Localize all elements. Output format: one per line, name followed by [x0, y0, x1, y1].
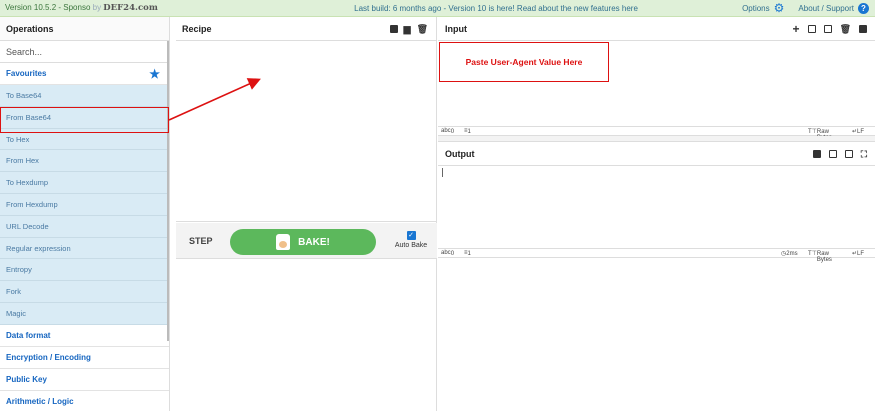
text-caret	[442, 168, 443, 177]
category-public-key[interactable]: Public Key	[0, 368, 169, 391]
step-button[interactable]: STEP	[189, 236, 213, 246]
build-notice[interactable]: Last build: 6 months ago - Version 10 is…	[250, 4, 742, 13]
output-textarea[interactable]	[438, 166, 875, 249]
star-icon[interactable]: ★	[149, 63, 160, 85]
paste-hint-text: Paste User-Agent Value Here	[465, 57, 583, 67]
recipe-panel: Recipe ▆ 🗑 STEP BAKE! ✓ Auto Bake	[176, 17, 437, 411]
op-fork[interactable]: Fork	[0, 281, 169, 303]
operations-scrollbar[interactable]	[167, 41, 169, 341]
op-to-hexdump[interactable]: To Hexdump	[0, 172, 169, 194]
recipe-drop-area[interactable]	[176, 41, 436, 222]
input-title: Input	[445, 24, 467, 34]
trash-icon[interactable]: 🗑	[417, 17, 428, 41]
top-banner: Version 10.5.2 - Sponso by DEF24.com Las…	[0, 0, 875, 17]
output-lines: ≡ 1	[464, 250, 471, 257]
input-eol[interactable]: ↵ LF	[852, 128, 864, 135]
about-link[interactable]: About / Support	[798, 4, 854, 13]
bake-row: STEP BAKE! ✓ Auto Bake	[176, 223, 437, 259]
bake-button[interactable]: BAKE!	[230, 229, 376, 255]
operations-title: Operations	[0, 17, 169, 41]
op-to-base64[interactable]: To Base64	[0, 85, 169, 107]
op-entropy[interactable]: Entropy	[0, 259, 169, 282]
output-eol[interactable]: ↵ LF	[852, 250, 864, 257]
brand-label: DEF24.com	[103, 3, 158, 13]
output-time: ◷ 2ms	[781, 251, 798, 257]
output-toolbar: ⛶	[812, 142, 867, 166]
output-status-bar: abc 0 ≡ 1 ◷ 2ms T⊤ Raw Bytes ↵ LF	[438, 249, 875, 263]
help-icon[interactable]: ?	[858, 2, 869, 14]
auto-bake-label: Auto Bake	[394, 242, 428, 249]
search-input[interactable]: Search...	[0, 41, 169, 63]
output-header: Output ⛶	[438, 142, 875, 166]
op-magic[interactable]: Magic	[0, 302, 169, 325]
gear-icon[interactable]: ⚙	[774, 2, 785, 14]
input-header: Input + 🗑	[438, 17, 875, 41]
operations-panel: Operations Search... Favourites ★ To Bas…	[0, 17, 170, 411]
recipe-toolbar: ▆ 🗑	[389, 17, 428, 41]
copy-icon[interactable]	[828, 150, 837, 158]
checkbox-checked-icon[interactable]: ✓	[406, 231, 416, 240]
output-title: Output	[445, 149, 475, 159]
auto-bake-toggle[interactable]: ✓ Auto Bake	[391, 231, 431, 249]
plus-icon[interactable]: +	[793, 17, 800, 41]
banner-actions: Options ⚙ About / Support ?	[742, 2, 875, 14]
save-icon[interactable]	[812, 150, 821, 158]
output-raw-bytes[interactable]: T⊤ Raw Bytes	[808, 250, 832, 263]
input-raw-bytes[interactable]: T⊤ Raw Bytes	[808, 128, 832, 141]
input-status-bar: abc 0 ≡ 1 T⊤ Raw Bytes ↵ LF	[438, 127, 875, 141]
bake-label: BAKE!	[298, 236, 330, 248]
replace-input-icon[interactable]	[844, 150, 853, 158]
op-regular-expression[interactable]: Regular expression	[0, 237, 169, 260]
folder-icon[interactable]: ▆	[404, 17, 411, 41]
recipe-title: Recipe	[182, 24, 212, 34]
category-arithmetic-logic[interactable]: Arithmetic / Logic	[0, 390, 169, 411]
maximize-icon[interactable]: ⛶	[861, 142, 867, 166]
layout-icon[interactable]	[859, 25, 867, 33]
open-file-icon[interactable]	[823, 25, 832, 33]
recipe-header: Recipe ▆ 🗑	[176, 17, 436, 41]
category-encryption-encoding[interactable]: Encryption / Encoding	[0, 346, 169, 369]
version-text: Version 10.5.2 - Sponso by DEF24.com	[5, 3, 158, 13]
output-length: abc 0	[441, 250, 455, 257]
favourites-label: Favourites	[6, 69, 47, 78]
highlight-box	[0, 107, 169, 133]
category-data-format[interactable]: Data format	[0, 324, 169, 347]
op-from-hex[interactable]: From Hex	[0, 150, 169, 173]
input-length: abc 0	[441, 128, 455, 135]
op-from-hexdump[interactable]: From Hexdump	[0, 193, 169, 216]
save-icon[interactable]	[389, 25, 398, 33]
options-link[interactable]: Options	[742, 4, 770, 13]
chef-icon	[276, 234, 291, 250]
paste-hint-box: Paste User-Agent Value Here	[439, 42, 609, 82]
cyberchef-window: Version 10.5.2 - Sponso by DEF24.com Las…	[0, 0, 875, 411]
folder-open-icon[interactable]	[807, 25, 816, 33]
input-toolbar: + 🗑	[793, 17, 867, 41]
input-lines: ≡ 1	[464, 128, 471, 135]
op-url-decode[interactable]: URL Decode	[0, 215, 169, 238]
trash-icon[interactable]: 🗑	[840, 17, 851, 41]
favourites-category[interactable]: Favourites ★	[0, 63, 169, 85]
